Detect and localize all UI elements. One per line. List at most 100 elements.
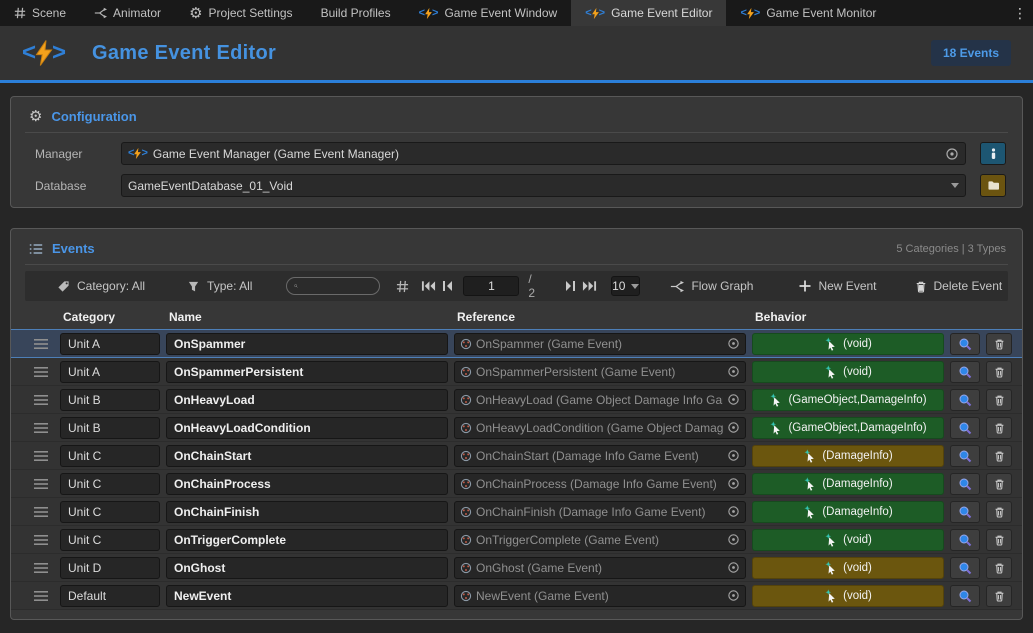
category-input[interactable]: Unit A [60,361,160,383]
behavior-pill[interactable]: (DamageInfo) [752,473,944,495]
delete-event-button[interactable]: Delete Event [915,279,1003,293]
row-delete-button[interactable] [986,333,1012,355]
database-dropdown[interactable]: GameEventDatabase_01_Void [121,174,966,197]
reference-object-field[interactable]: OnGhost (Game Event) [454,557,746,579]
object-picker-icon[interactable] [727,337,740,350]
row-delete-button[interactable] [986,473,1012,495]
inspect-event-button[interactable] [950,557,980,579]
category-input[interactable]: Unit C [60,501,160,523]
drag-handle-icon[interactable] [28,563,54,573]
category-input[interactable]: Unit C [60,473,160,495]
drag-handle-icon[interactable] [28,535,54,545]
row-delete-button[interactable] [986,501,1012,523]
page-number-input[interactable] [463,276,519,296]
inspect-event-button[interactable] [950,389,980,411]
category-input[interactable]: Unit B [60,389,160,411]
inspect-event-button[interactable] [950,445,980,467]
row-delete-button[interactable] [986,445,1012,467]
object-picker-icon[interactable] [727,505,740,518]
ping-gameobject-button[interactable] [980,142,1006,165]
behavior-pill[interactable]: (void) [752,529,944,551]
table-row[interactable]: Default NewEvent NewEvent (Game Event) (… [11,582,1022,610]
type-filter-dropdown[interactable]: Type: All [187,279,252,293]
table-row[interactable]: Unit D OnGhost OnGhost (Game Event) (voi… [11,554,1022,582]
table-row[interactable]: Unit C OnChainFinish OnChainFinish (Dama… [11,498,1022,526]
reference-object-field[interactable]: NewEvent (Game Event) [454,585,746,607]
name-input[interactable]: OnHeavyLoadCondition [166,417,448,439]
tab-project-settings[interactable]: ⚙Project Settings [175,0,307,26]
reference-object-field[interactable]: OnChainProcess (Damage Info Game Event) [454,473,746,495]
drag-handle-icon[interactable] [28,591,54,601]
category-input[interactable]: Unit C [60,529,160,551]
tab-game-event-editor[interactable]: <>Game Event Editor [571,0,726,26]
tab-game-event-monitor[interactable]: <>Game Event Monitor [726,0,890,26]
inspect-event-button[interactable] [950,585,980,607]
first-page-button[interactable] [421,276,436,296]
behavior-pill[interactable]: (DamageInfo) [752,501,944,523]
row-delete-button[interactable] [986,529,1012,551]
reference-object-field[interactable]: OnTriggerComplete (Game Event) [454,529,746,551]
table-row[interactable]: Unit C OnChainProcess OnChainProcess (Da… [11,470,1022,498]
table-row[interactable]: Unit A OnSpammer OnSpammer (Game Event) … [11,329,1022,358]
manager-object-field[interactable]: <> Game Event Manager (Game Event Manage… [121,142,966,165]
tab-game-event-window[interactable]: <>Game Event Window [405,0,572,26]
search-box[interactable] [286,277,380,295]
name-input[interactable]: OnChainFinish [166,501,448,523]
category-filter-dropdown[interactable]: Category: All [57,279,145,293]
inspect-event-button[interactable] [950,501,980,523]
behavior-pill[interactable]: (GameObject,DamageInfo) [752,417,944,439]
behavior-pill[interactable]: (GameObject,DamageInfo) [752,389,944,411]
behavior-pill[interactable]: (void) [752,333,944,355]
prev-page-button[interactable] [442,276,453,296]
inspect-event-button[interactable] [950,333,980,355]
object-picker-icon[interactable] [727,365,740,378]
table-row[interactable]: Unit A OnSpammerPersistent OnSpammerPers… [11,358,1022,386]
behavior-pill[interactable]: (void) [752,585,944,607]
tab-scene[interactable]: Scene [0,0,80,26]
object-picker-icon[interactable] [727,589,740,602]
name-input[interactable]: OnChainProcess [166,473,448,495]
name-input[interactable]: OnChainStart [166,445,448,467]
row-delete-button[interactable] [986,417,1012,439]
reference-object-field[interactable]: OnSpammerPersistent (Game Event) [454,361,746,383]
category-input[interactable]: Unit B [60,417,160,439]
object-picker-icon[interactable] [727,561,740,574]
category-input[interactable]: Unit C [60,445,160,467]
object-picker-icon[interactable] [727,449,740,462]
page-size-dropdown[interactable]: 10 [611,276,640,296]
row-delete-button[interactable] [986,585,1012,607]
behavior-pill[interactable]: (void) [752,557,944,579]
name-input[interactable]: OnHeavyLoad [166,389,448,411]
grid-view-icon[interactable] [396,276,409,296]
inspect-event-button[interactable] [950,473,980,495]
drag-handle-icon[interactable] [28,395,54,405]
drag-handle-icon[interactable] [28,367,54,377]
name-input[interactable]: OnSpammerPersistent [166,361,448,383]
drag-handle-icon[interactable] [28,451,54,461]
tab-animator[interactable]: Animator [80,0,175,26]
object-picker-icon[interactable] [727,393,740,406]
behavior-pill[interactable]: (DamageInfo) [752,445,944,467]
category-input[interactable]: Unit A [60,333,160,355]
table-row[interactable]: Unit C OnTriggerComplete OnTriggerComple… [11,526,1022,554]
table-row[interactable]: Unit B OnHeavyLoadCondition OnHeavyLoadC… [11,414,1022,442]
reference-object-field[interactable]: OnSpammer (Game Event) [454,333,746,355]
drag-handle-icon[interactable] [28,507,54,517]
object-picker-icon[interactable] [727,421,740,434]
row-delete-button[interactable] [986,361,1012,383]
last-page-button[interactable] [582,276,597,296]
inspect-event-button[interactable] [950,417,980,439]
category-input[interactable]: Default [60,585,160,607]
inspect-event-button[interactable] [950,361,980,383]
name-input[interactable]: OnSpammer [166,333,448,355]
table-row[interactable]: Unit B OnHeavyLoad OnHeavyLoad (Game Obj… [11,386,1022,414]
reference-object-field[interactable]: OnChainStart (Damage Info Game Event) [454,445,746,467]
name-input[interactable]: OnGhost [166,557,448,579]
tab-overflow-menu-icon[interactable]: ⋮ [1007,0,1033,26]
tab-build-profiles[interactable]: Build Profiles [307,0,405,26]
flow-graph-button[interactable]: Flow Graph [670,279,753,293]
reference-object-field[interactable]: OnChainFinish (Damage Info Game Event) [454,501,746,523]
new-event-button[interactable]: New Event [799,279,876,293]
object-picker-icon[interactable] [727,477,740,490]
object-picker-icon[interactable] [727,533,740,546]
